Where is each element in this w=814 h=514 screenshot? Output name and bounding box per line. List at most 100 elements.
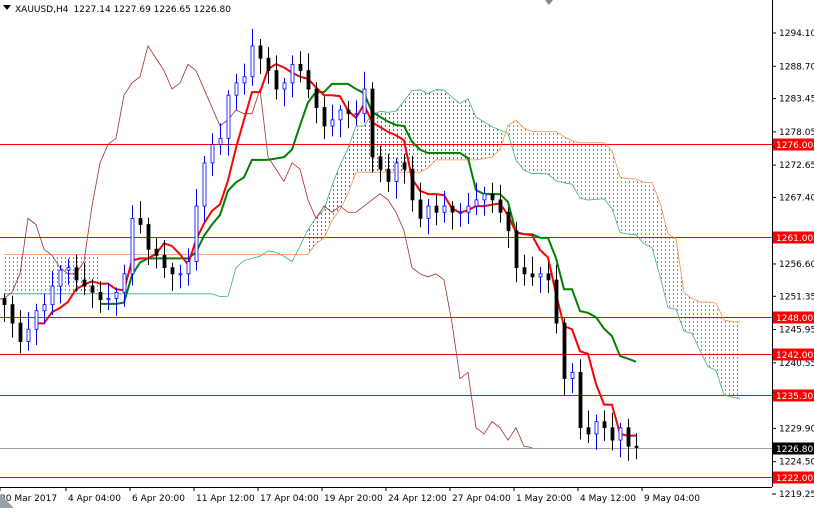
candle-bullish: [114, 291, 119, 299]
candle-bullish: [458, 211, 463, 214]
kumo-cloud-bearish: [556, 131, 564, 183]
level-price-label: 1242.00: [776, 351, 813, 361]
kumo-cloud-bearish: [596, 142, 604, 200]
candle-bullish: [426, 205, 431, 219]
candle-bearish: [154, 248, 159, 256]
candle-bullish: [466, 205, 471, 213]
kumo-cloud-bearish: [516, 120, 524, 171]
candle-bearish: [2, 298, 7, 306]
candle-bearish: [298, 64, 303, 71]
chart-title: XAUUSD,H4 1227.14 1227.69 1226.65 1226.80: [15, 5, 231, 15]
kumo-cloud-bearish: [532, 131, 540, 174]
kumo-cloud-bearish: [604, 142, 612, 209]
kumo-cloud-bullish: [420, 89, 428, 173]
kumo-cloud-bearish: [580, 142, 588, 201]
tenkan-sen-line: [36, 62, 636, 437]
candle-bullish: [250, 45, 255, 78]
chart-shift-marker[interactable]: [545, 0, 553, 5]
y-tick-label: 1267.40: [779, 193, 814, 203]
candle-bullish: [218, 137, 223, 145]
kumo-cloud-bullish: [476, 117, 484, 160]
kumo-cloud-bearish: [668, 233, 676, 310]
kumo-cloud-bullish: [436, 89, 444, 160]
candle-bearish: [546, 273, 551, 281]
kumo-cloud-bearish: [20, 254, 28, 294]
x-tick-label: 6 Apr 20:00: [132, 494, 185, 504]
candle-bearish: [490, 193, 495, 201]
kumo-cloud-bearish: [564, 136, 572, 185]
candle-bearish: [434, 205, 439, 213]
kumo-cloud-bullish: [460, 98, 468, 160]
candle-bullish: [330, 119, 335, 127]
kumo-cloud-bearish: [4, 254, 12, 294]
candle-bearish: [498, 199, 503, 213]
candle-bearish: [266, 57, 271, 71]
level-price-label: 1235.30: [776, 392, 813, 402]
candle-bullish: [394, 162, 399, 182]
candle-bearish: [346, 109, 351, 115]
candle-bearish: [578, 371, 583, 429]
kumo-cloud-bearish: [28, 254, 36, 294]
candle-bullish: [338, 109, 343, 121]
candle-bullish: [362, 88, 367, 115]
x-tick-label: 17 Apr 04:00: [260, 494, 319, 504]
candle-bearish: [10, 304, 15, 324]
kumo-cloud-bearish: [732, 321, 740, 399]
candle-bullish: [186, 261, 191, 275]
kumo-cloud-bullish: [492, 126, 500, 158]
kumo-cloud-bearish: [708, 301, 716, 371]
candle-bearish: [418, 199, 423, 219]
kumo-cloud-bearish: [636, 178, 644, 244]
kumo-cloud-bearish: [12, 254, 20, 294]
kumo-cloud-bearish: [620, 176, 628, 235]
candle-bearish: [162, 254, 167, 269]
y-tick-label: 1278.05: [779, 128, 814, 138]
kumo-cloud-bearish: [36, 254, 44, 294]
candle-bearish: [586, 427, 591, 435]
candle-bearish: [274, 70, 279, 90]
x-tick-label: 4 May 12:00: [580, 494, 636, 504]
y-tick-label: 1272.65: [779, 161, 814, 171]
candle-bullish: [194, 205, 199, 262]
candle-bearish: [506, 211, 511, 232]
x-tick-label: 30 Mar 2017: [0, 494, 57, 504]
kumo-cloud-bearish: [684, 292, 692, 334]
candle-bearish: [98, 291, 103, 301]
candle-bearish: [514, 230, 519, 269]
x-tick-label: 9 May 04:00: [644, 494, 700, 504]
price-chart[interactable]: 1294.10 1288.70 1283.45 1278.05 1272.65 1267.…: [0, 0, 814, 514]
kumo-cloud-bullish: [428, 89, 436, 168]
dropdown-triangle-icon[interactable]: [3, 5, 11, 10]
candle-bearish: [314, 88, 319, 108]
kumo-cloud-bullish: [332, 165, 340, 221]
candle-bullish: [474, 199, 479, 207]
candle-bullish: [226, 94, 231, 139]
candle-bearish: [18, 322, 23, 342]
y-tick-label: 1245.95: [779, 326, 814, 336]
candle-bullish: [66, 267, 71, 271]
y-tick-label: 1283.45: [779, 95, 814, 105]
candle-bullish: [618, 427, 623, 441]
level-price-label: 1276.00: [776, 141, 813, 151]
candle-bullish: [242, 76, 247, 84]
level-price-label: 1248.00: [776, 314, 813, 324]
candle-bearish: [370, 88, 375, 158]
candle-bearish: [138, 217, 143, 225]
kumo-cloud-bullish: [412, 89, 420, 173]
candle-bullish: [442, 205, 447, 213]
candle-bearish: [322, 107, 327, 127]
x-tick-label: 4 Apr 04:00: [68, 494, 121, 504]
candle-bearish: [610, 427, 615, 441]
candle-bearish: [306, 70, 311, 90]
kumo-cloud-bearish: [540, 131, 548, 175]
chart-window: 1294.10 1288.70 1283.45 1278.05 1272.65 1267.…: [0, 0, 814, 514]
y-tick-label: 1256.60: [779, 260, 814, 270]
candle-bearish: [410, 168, 415, 201]
kumo-cloud-bearish: [548, 131, 556, 181]
kumo-cloud-bullish: [316, 209, 324, 244]
candle-bullish: [106, 298, 111, 301]
candle-bullish: [42, 304, 47, 312]
kumo-cloud-bullish: [444, 90, 452, 160]
candle-bearish: [562, 322, 567, 379]
kumo-cloud-bullish: [452, 97, 460, 160]
